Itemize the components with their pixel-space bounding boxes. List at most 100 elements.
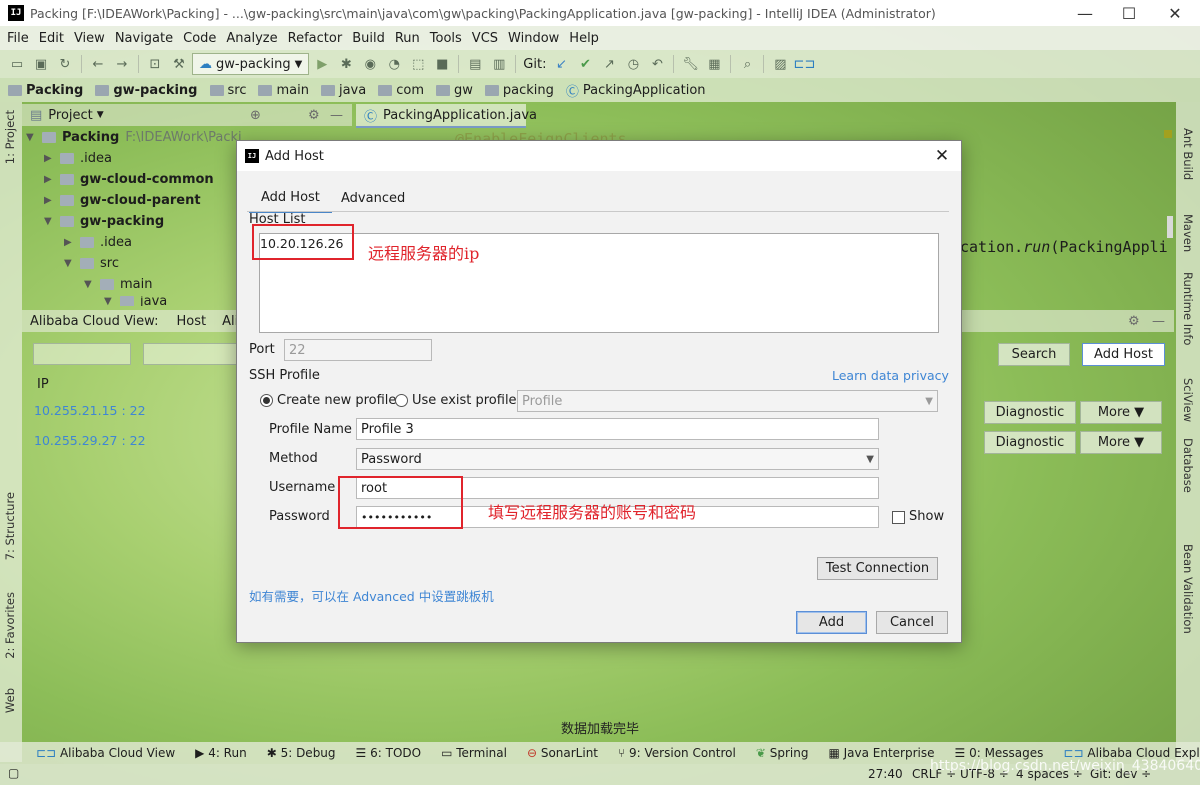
maximize-button[interactable]: ☐ [1106,0,1152,26]
more-button[interactable]: More ▼ [1080,431,1162,454]
tasks-icon[interactable]: ▨ [769,53,791,75]
jump-server-hint[interactable]: 如有需要，可以在 Advanced 中设置跳板机 [249,586,494,605]
radio-create-new-profile[interactable] [260,394,273,407]
port-input[interactable]: 22 [284,339,432,361]
forward-arrow-icon[interactable]: → [111,53,133,75]
tab-maven[interactable]: Maven [1181,214,1195,252]
tree-node-gw-cloud-common[interactable]: ▶ gw-cloud-common [44,172,214,187]
stop-icon[interactable]: ■ [431,53,453,75]
menu-run[interactable]: Run [390,31,425,46]
close-window-button[interactable]: ✕ [1152,0,1198,26]
menu-help[interactable]: Help [564,31,604,46]
editor-tab[interactable]: Ⓒ PackingApplication.java [356,104,537,128]
gear-icon[interactable]: ⚙ [1128,314,1140,329]
diagnostic-button[interactable]: Diagnostic [984,431,1076,454]
tree-node-idea[interactable]: ▶ .idea [44,151,112,166]
tool-run[interactable]: ▶ 4: Run [195,746,247,760]
tab-web[interactable]: Web [3,688,17,713]
minimize-panel-icon[interactable]: — [330,108,343,123]
breadcrumb-item[interactable]: gw-packing [95,83,198,98]
tab-advanced[interactable]: Advanced [329,183,417,213]
learn-privacy-link[interactable]: Learn data privacy [832,368,949,383]
search-button[interactable]: Search [998,343,1070,366]
caret-position[interactable]: 27:40 [868,767,903,781]
minimize-button[interactable]: — [1062,0,1108,26]
tree-node-src[interactable]: ▼ src [64,256,119,271]
tool-version-control[interactable]: ⑂ 9: Version Control [618,746,736,760]
filter-input[interactable] [143,343,239,365]
coverage-icon[interactable]: ◉ [359,53,381,75]
menu-vcs[interactable]: VCS [467,31,503,46]
build-hammer-icon[interactable]: ⚒ [168,53,190,75]
diagnostic-button[interactable]: Diagnostic [984,401,1076,424]
close-icon[interactable]: ✕ [931,145,953,167]
radio-create-new-label[interactable]: Create new profile [277,393,396,408]
tab-ant-build[interactable]: Ant Build [1181,128,1195,180]
frame-icon[interactable]: ⊡ [144,53,166,75]
tool-todo[interactable]: ☰ 6: TODO [356,746,422,760]
more-button[interactable]: More ▼ [1080,401,1162,424]
tool-alibaba-cloud-view[interactable]: ⊏⊐ Alibaba Cloud View [36,746,175,760]
run-icon[interactable]: ▶ [311,53,333,75]
menu-code[interactable]: Code [178,31,221,46]
menu-edit[interactable]: Edit [34,31,69,46]
menu-navigate[interactable]: Navigate [110,31,178,46]
menu-window[interactable]: Window [503,31,564,46]
run-configuration-select[interactable]: ☁ gw-packing ▼ [192,53,310,75]
tab-bean-validation[interactable]: Bean Validation [1181,544,1195,634]
breadcrumb-item[interactable]: com [378,83,424,98]
project-structure-icon[interactable]: ▥ [488,53,510,75]
sync-icon[interactable]: ↻ [54,53,76,75]
back-arrow-icon[interactable]: ← [87,53,109,75]
method-select[interactable]: Password ▼ [356,448,879,470]
menu-tools[interactable]: Tools [425,31,467,46]
breadcrumb-item[interactable]: Packing [8,83,83,98]
profile-select[interactable]: Profile ▼ [517,390,938,412]
breadcrumb-item[interactable]: src [209,83,246,98]
attach-icon[interactable]: ⬚ [407,53,429,75]
profile-icon[interactable]: ◔ [383,53,405,75]
tool-spring[interactable]: ❦ Spring [756,746,809,760]
open-folder-icon[interactable]: ▭ [6,53,28,75]
git-update-icon[interactable]: ↙ [550,53,572,75]
breadcrumb-item[interactable]: main [258,83,309,98]
menu-refactor[interactable]: Refactor [283,31,348,46]
chevron-down-icon[interactable]: ▼ [97,110,104,120]
radio-use-exist-label[interactable]: Use exist profile [412,393,517,408]
menu-build[interactable]: Build [347,31,390,46]
tool-terminal[interactable]: ▭ Terminal [441,746,507,760]
breadcrumb-item[interactable]: packing [484,83,554,98]
locate-icon[interactable]: ⊕ [250,108,261,123]
search-icon[interactable]: ⌕ [736,53,758,75]
add-host-button[interactable]: Add Host [1082,343,1165,366]
add-button[interactable]: Add [796,611,867,634]
tree-node-packing[interactable]: ▼ Packing F:\IDEAWork\Packi [26,130,242,145]
tab-add-host[interactable]: Add Host [249,183,332,213]
host-row-ip[interactable]: 10.255.21.15 : 22 [34,403,146,418]
tab-runtime-info[interactable]: Runtime Info [1181,272,1195,345]
history-icon[interactable]: ◷ [622,53,644,75]
tree-node-gw-cloud-parent[interactable]: ▶ gw-cloud-parent [44,193,201,208]
tool-sonarlint[interactable]: ⊖ SonarLint [527,746,598,760]
tab-host[interactable]: Host [176,314,206,329]
maven-icon[interactable]: ▤ [464,53,486,75]
profile-name-input[interactable]: Profile 3 [356,418,879,440]
tree-node-idea[interactable]: ▶ .idea [64,235,132,250]
radio-use-exist-profile[interactable] [395,394,408,407]
tree-node-main[interactable]: ▼ main [84,277,152,292]
tab-favorites[interactable]: 2: Favorites [3,592,17,659]
tree-node-gw-packing[interactable]: ▼ gw-packing [44,214,164,229]
region-select[interactable] [33,343,131,365]
minimize-panel-icon[interactable]: — [1152,314,1165,329]
breadcrumb-item[interactable]: Ⓒ PackingApplication [566,81,706,100]
menu-view[interactable]: View [69,31,110,46]
menu-analyze[interactable]: Analyze [221,31,282,46]
tool-java-enterprise[interactable]: ▦ Java Enterprise [828,746,934,760]
breadcrumb-item[interactable]: gw [435,83,473,98]
tool-debug[interactable]: ✱ 5: Debug [267,746,336,760]
settings-icon[interactable]: ▦ [703,53,725,75]
host-row-ip[interactable]: 10.255.29.27 : 22 [34,433,146,448]
debug-icon[interactable]: ✱ [335,53,357,75]
save-icon[interactable]: ▣ [30,53,52,75]
editor-scrollbar[interactable] [1167,216,1173,238]
